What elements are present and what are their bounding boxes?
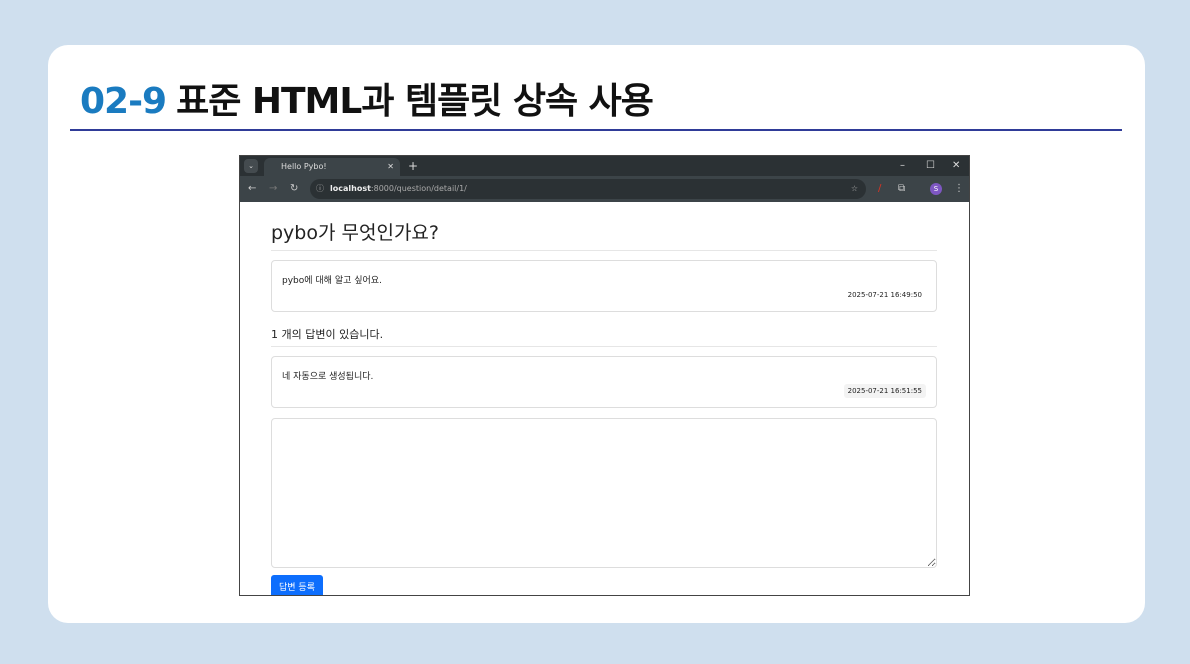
- tab-bar: ⌄ Hello Pybo! ✕ + – ☐ ✕: [240, 156, 969, 176]
- minimize-icon[interactable]: –: [900, 156, 905, 176]
- profile-avatar[interactable]: S: [930, 183, 942, 195]
- url-path: :8000/question/detail/1/: [370, 184, 467, 193]
- extensions-icon[interactable]: ⧉: [898, 176, 905, 202]
- submit-answer-button[interactable]: 답변 등록: [271, 575, 323, 595]
- question-card: pybo에 대해 알고 싶어요. 2025-07-21 16:49:50: [271, 260, 937, 312]
- question-subject: pybo가 무엇인가요?: [271, 218, 937, 251]
- answer-content-input[interactable]: [271, 418, 937, 568]
- pen-extension-icon[interactable]: /: [878, 176, 881, 202]
- question-content: pybo에 대해 알고 싶어요.: [282, 276, 382, 286]
- back-icon[interactable]: ←: [248, 176, 256, 202]
- slide-number: 02-9: [80, 81, 167, 122]
- close-window-icon[interactable]: ✕: [952, 156, 960, 176]
- maximize-icon[interactable]: ☐: [926, 156, 935, 176]
- tab-title: Hello Pybo!: [281, 162, 327, 171]
- menu-icon[interactable]: ⋮: [954, 176, 964, 202]
- site-info-icon[interactable]: ⓘ: [316, 179, 324, 199]
- answer-date: 2025-07-21 16:51:55: [843, 384, 926, 398]
- answer-card: 네 자동으로 생성됩니다. 2025-07-21 16:51:55: [271, 356, 937, 408]
- tab-hello-pybo[interactable]: Hello Pybo! ✕: [264, 158, 400, 176]
- slide-title-text: 표준 HTML과 템플릿 상속 사용: [176, 81, 654, 122]
- reload-icon[interactable]: ↻: [290, 176, 298, 202]
- question-date: 2025-07-21 16:49:50: [847, 291, 922, 299]
- answer-content: 네 자동으로 생성됩니다.: [282, 372, 374, 382]
- page-content: pybo가 무엇인가요? pybo에 대해 알고 싶어요. 2025-07-21…: [271, 202, 937, 595]
- browser-toolbar: ← → ↻ ⓘ localhost:8000/question/detail/1/…: [240, 176, 969, 202]
- tab-search-icon[interactable]: ⌄: [244, 159, 258, 173]
- bookmark-star-icon[interactable]: ☆: [851, 179, 858, 199]
- new-tab-button[interactable]: +: [408, 156, 418, 176]
- forward-icon[interactable]: →: [269, 176, 277, 202]
- close-tab-icon[interactable]: ✕: [387, 158, 394, 176]
- url-host: localhost: [330, 184, 371, 193]
- slide-title: 02-9 표준 HTML과 템플릿 상속 사용: [80, 72, 654, 124]
- answer-count: 1 개의 답변이 있습니다.: [271, 326, 937, 347]
- browser-window: ⌄ Hello Pybo! ✕ + – ☐ ✕ ← → ↻ ⓘ localhost:…: [239, 155, 970, 596]
- divider: [70, 129, 1122, 131]
- address-bar[interactable]: ⓘ localhost:8000/question/detail/1/ ☆: [310, 179, 866, 199]
